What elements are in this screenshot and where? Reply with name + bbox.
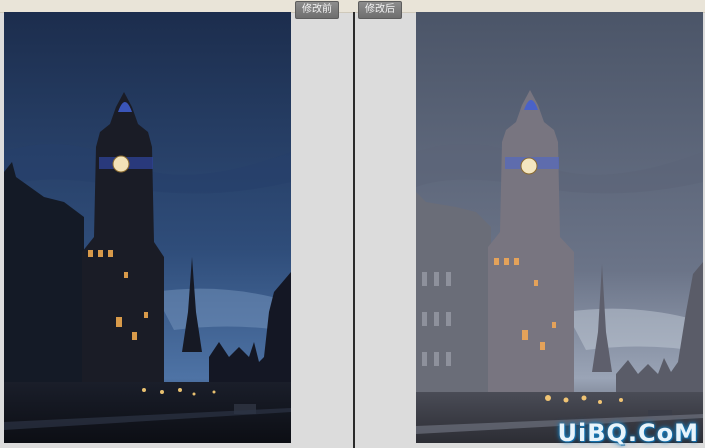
clock-face-icon <box>520 157 538 175</box>
panel-divider <box>353 12 355 448</box>
before-photo-scene <box>4 12 291 443</box>
before-photo <box>4 12 291 443</box>
clock-face-icon <box>112 155 130 173</box>
watermark: UiBQ.CoM <box>557 419 699 447</box>
after-photo <box>416 12 703 443</box>
after-photo-scene <box>416 12 703 443</box>
after-label: 修改后 <box>358 1 402 19</box>
before-label: 修改前 <box>295 1 339 19</box>
